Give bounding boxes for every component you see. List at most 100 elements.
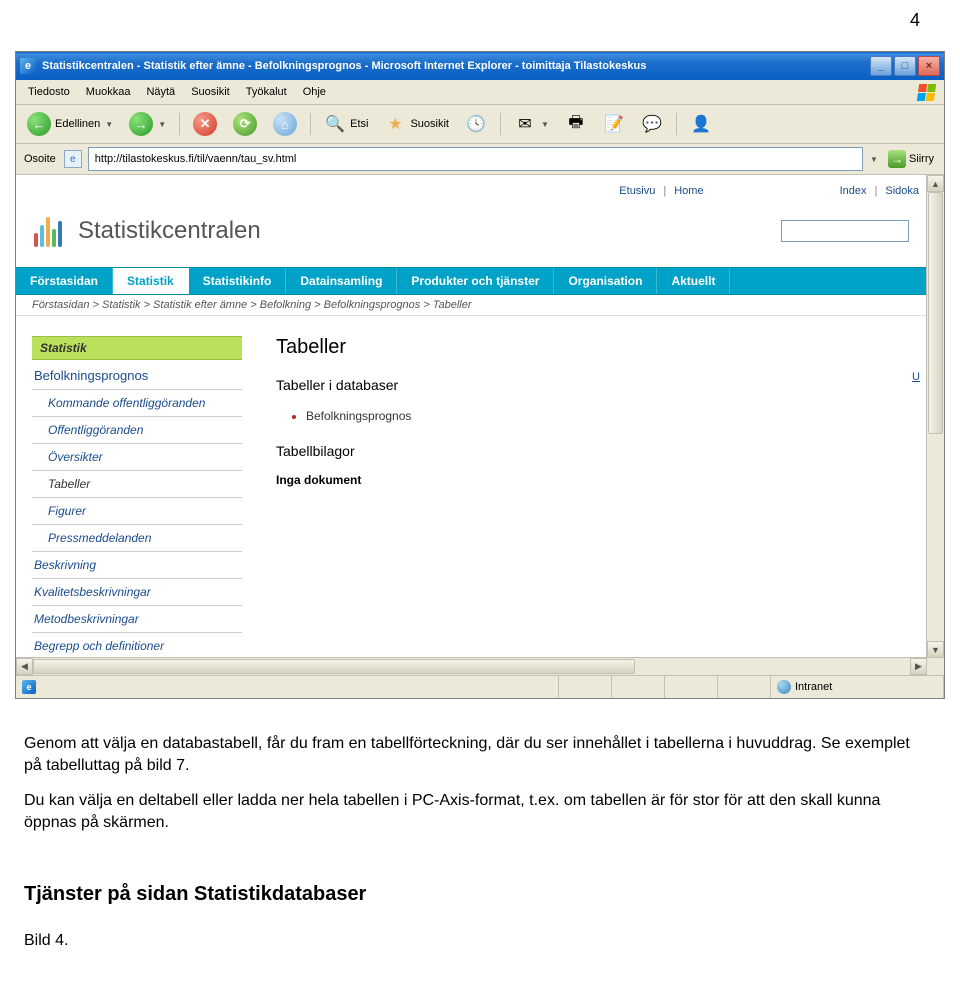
refresh-button[interactable]: ⟳ bbox=[228, 109, 262, 139]
sidebar-item-figurer[interactable]: Figurer bbox=[32, 498, 242, 525]
edit-icon: 📝 bbox=[603, 113, 625, 135]
sidebar-item-offentlig[interactable]: Offentliggöranden bbox=[32, 417, 242, 444]
status-pane bbox=[718, 676, 771, 698]
sidebar-item-kvalitet[interactable]: Kvalitetsbeskrivningar bbox=[32, 579, 242, 606]
nav-statistik[interactable]: Statistik bbox=[113, 268, 189, 294]
menu-edit[interactable]: Muokkaa bbox=[78, 84, 139, 100]
vertical-scrollbar[interactable]: ▲ ▼ bbox=[926, 175, 944, 658]
sidebar-item-oversikter[interactable]: Översikter bbox=[32, 444, 242, 471]
favorites-button[interactable]: ★ Suosikit bbox=[379, 110, 454, 138]
nav-datainsamling[interactable]: Datainsamling bbox=[286, 268, 397, 294]
back-label: Edellinen bbox=[55, 118, 100, 130]
menu-tools[interactable]: Työkalut bbox=[238, 84, 295, 100]
separator bbox=[676, 113, 677, 135]
page-icon: e bbox=[64, 150, 82, 168]
scroll-left-button[interactable]: ◀ bbox=[16, 658, 33, 675]
db-list-item[interactable]: Befolkningsprognos bbox=[306, 407, 897, 425]
zone-icon bbox=[777, 680, 791, 694]
go-icon: → bbox=[888, 150, 906, 168]
history-button[interactable]: 🕓 bbox=[460, 110, 492, 138]
refresh-icon: ⟳ bbox=[233, 112, 257, 136]
scroll-up-button[interactable]: ▲ bbox=[927, 175, 944, 192]
messenger-icon: 👤 bbox=[690, 113, 712, 135]
menu-file[interactable]: Tiedosto bbox=[20, 84, 78, 100]
print-button[interactable]: 🖶 bbox=[560, 110, 592, 138]
scroll-corner bbox=[927, 658, 944, 675]
toolbar: ← Edellinen ▼ → ▼ ✕ ⟳ ⌂ 🔍 Etsi ★ Suosiki… bbox=[16, 105, 944, 144]
right-link[interactable]: U bbox=[912, 371, 920, 383]
link-sidokarta[interactable]: Sidoka bbox=[877, 185, 927, 197]
nav-aktuellt[interactable]: Aktuellt bbox=[657, 268, 730, 294]
scroll-down-button[interactable]: ▼ bbox=[927, 641, 944, 658]
print-icon: 🖶 bbox=[565, 113, 587, 135]
main-nav: Förstasidan Statistik Statistikinfo Data… bbox=[16, 267, 927, 295]
breadcrumb: Förstasidan > Statistik > Statistik efte… bbox=[16, 295, 927, 316]
back-button[interactable]: ← Edellinen ▼ bbox=[22, 109, 118, 139]
sidebar-item-tabeller[interactable]: Tabeller bbox=[32, 471, 242, 498]
scroll-thumb[interactable] bbox=[33, 659, 635, 674]
status-pane-main: e bbox=[16, 676, 559, 698]
stop-icon: ✕ bbox=[193, 112, 217, 136]
ie-icon bbox=[20, 58, 36, 74]
main-column: Tabeller Tabeller i databaser Befolkning… bbox=[256, 336, 927, 659]
sidebar-item-beskrivning[interactable]: Beskrivning bbox=[32, 552, 242, 579]
back-icon: ← bbox=[27, 112, 51, 136]
minimize-button[interactable]: _ bbox=[870, 56, 892, 76]
star-icon: ★ bbox=[384, 113, 406, 135]
search-label: Etsi bbox=[350, 118, 368, 130]
scroll-track[interactable] bbox=[33, 658, 910, 675]
edit-button[interactable]: 📝 bbox=[598, 110, 630, 138]
windows-logo-icon bbox=[912, 82, 940, 102]
zone-label: Intranet bbox=[795, 681, 832, 693]
sidebar-item-metod[interactable]: Metodbeskrivningar bbox=[32, 606, 242, 633]
horizontal-scrollbar[interactable]: ◀ ▶ bbox=[16, 657, 927, 675]
chevron-down-icon: ▼ bbox=[541, 120, 549, 129]
chevron-down-icon: ▼ bbox=[158, 120, 166, 129]
sidebar-list: Kommande offentliggöranden Offentliggöra… bbox=[32, 390, 242, 659]
mail-button[interactable]: ✉ ▼ bbox=[509, 110, 554, 138]
link-index[interactable]: Index bbox=[832, 185, 875, 197]
section-heading: Tjänster på sidan Statistikdatabaser bbox=[0, 833, 960, 906]
messenger-button[interactable]: 👤 bbox=[685, 110, 717, 138]
scroll-thumb[interactable] bbox=[928, 192, 943, 434]
nav-statistikinfo[interactable]: Statistikinfo bbox=[189, 268, 287, 294]
nav-produkter[interactable]: Produkter och tjänster bbox=[397, 268, 554, 294]
address-input-wrapper bbox=[88, 147, 863, 171]
menu-help[interactable]: Ohje bbox=[295, 84, 334, 100]
no-docs-label: Inga dokument bbox=[276, 473, 897, 487]
search-icon: 🔍 bbox=[324, 113, 346, 135]
sidebar-section[interactable]: Befolkningsprognos bbox=[32, 360, 242, 390]
sidebar-item-kommande[interactable]: Kommande offentliggöranden bbox=[32, 390, 242, 417]
link-etusivu[interactable]: Etusivu bbox=[611, 185, 663, 197]
go-button[interactable]: → Siirry bbox=[884, 148, 938, 170]
address-input[interactable] bbox=[93, 152, 858, 166]
link-home[interactable]: Home bbox=[666, 185, 711, 197]
discuss-button[interactable]: 💬 bbox=[636, 110, 668, 138]
search-button[interactable]: 🔍 Etsi bbox=[319, 110, 373, 138]
close-button[interactable]: × bbox=[918, 56, 940, 76]
site-search-input[interactable] bbox=[781, 220, 909, 242]
menu-favorites[interactable]: Suosikit bbox=[183, 84, 238, 100]
bild-label: Bild 4. bbox=[0, 906, 960, 980]
separator bbox=[500, 113, 501, 135]
nav-organisation[interactable]: Organisation bbox=[554, 268, 657, 294]
chevron-down-icon[interactable]: ▼ bbox=[870, 155, 878, 164]
separator bbox=[179, 113, 180, 135]
forward-button[interactable]: → ▼ bbox=[124, 109, 171, 139]
sidebar-item-press[interactable]: Pressmeddelanden bbox=[32, 525, 242, 552]
menu-view[interactable]: Näytä bbox=[138, 84, 183, 100]
stop-button[interactable]: ✕ bbox=[188, 109, 222, 139]
scroll-right-button[interactable]: ▶ bbox=[910, 658, 927, 675]
separator bbox=[310, 113, 311, 135]
browser-window: Statistikcentralen - Statistik efter ämn… bbox=[15, 51, 945, 699]
maximize-button[interactable]: □ bbox=[894, 56, 916, 76]
home-button[interactable]: ⌂ bbox=[268, 109, 302, 139]
page-h2-bilagor: Tabellbilagor bbox=[276, 443, 897, 459]
scroll-track[interactable] bbox=[927, 192, 944, 641]
sidebar-item-begrepp[interactable]: Begrepp och definitioner bbox=[32, 633, 242, 659]
nav-forstasidan[interactable]: Förstasidan bbox=[16, 268, 113, 294]
page-h1: Tabeller bbox=[276, 336, 897, 359]
status-pane bbox=[559, 676, 612, 698]
page-number: 4 bbox=[0, 0, 960, 51]
status-zone: Intranet bbox=[771, 676, 944, 698]
